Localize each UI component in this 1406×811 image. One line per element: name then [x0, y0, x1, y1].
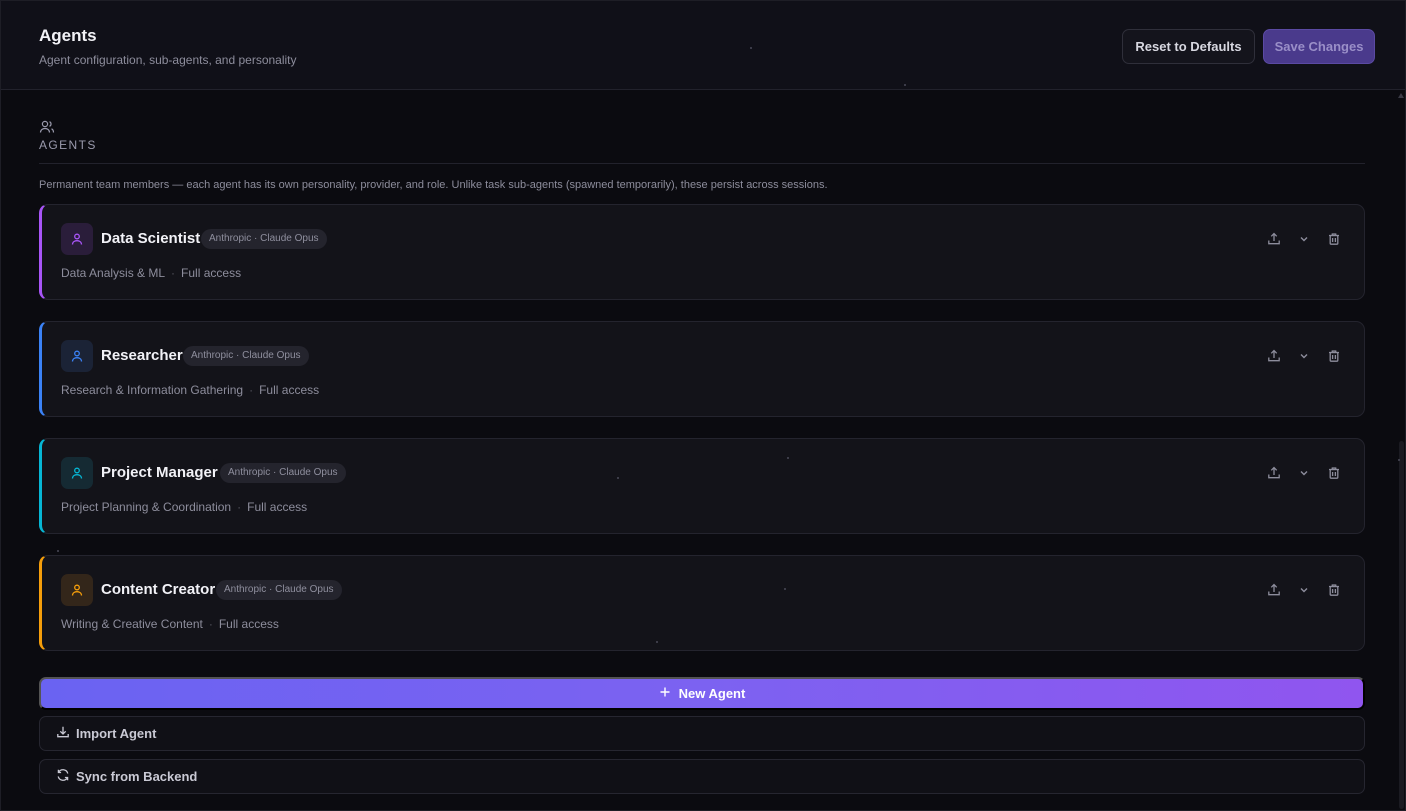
export-icon[interactable]	[1266, 231, 1282, 247]
settings-window: Agents Agent configuration, sub-agents, …	[0, 0, 1406, 811]
agent-access: Full access	[218, 617, 279, 631]
import-agent-label: Import Agent	[76, 726, 157, 741]
provider-badge: Anthropic · Claude Opus	[201, 229, 327, 249]
agent-card[interactable]: Content Creator Anthropic · Claude Opus …	[39, 555, 1365, 651]
decorative-dot	[784, 588, 786, 590]
agent-actions	[1266, 582, 1342, 598]
agent-role-line: Project Planning & Coordination · Full acc…	[61, 500, 308, 514]
page-subtitle: Agent configuration, sub-agents, and per…	[39, 53, 297, 67]
reset-to-defaults-button[interactable]: Reset to Defaults	[1122, 29, 1255, 64]
agent-name: Content Creator	[101, 581, 216, 598]
agent-role-line: Data Analysis & ML · Full access	[61, 266, 242, 280]
agent-role-line: Research & Information Gathering · Full ac…	[61, 383, 320, 397]
avatar	[61, 457, 93, 489]
export-icon[interactable]	[1266, 465, 1282, 481]
sync-from-backend-button[interactable]: Sync from Backend	[39, 759, 1365, 794]
avatar	[61, 574, 93, 606]
decorative-dot	[1398, 459, 1400, 461]
export-icon[interactable]	[1266, 348, 1282, 364]
scroll-up-arrow-icon[interactable]	[1398, 93, 1404, 98]
agent-role: Research & Information Gathering	[61, 383, 244, 397]
chevron-down-icon[interactable]	[1296, 582, 1312, 598]
user-icon	[71, 584, 83, 596]
agent-access: Full access	[259, 383, 320, 397]
decorative-dot	[787, 457, 789, 459]
agent-card[interactable]: Data Scientist Anthropic · Claude Opus D…	[39, 204, 1365, 300]
decorative-dot	[57, 550, 59, 552]
avatar	[61, 340, 93, 372]
refresh-icon	[56, 768, 70, 785]
agent-name: Data Scientist	[101, 230, 201, 247]
trash-icon[interactable]	[1326, 465, 1342, 481]
section-header: AGENTS	[39, 119, 1365, 164]
decorative-dot	[656, 641, 658, 643]
agent-role: Data Analysis & ML	[61, 266, 166, 280]
agent-name: Project Manager	[101, 464, 218, 481]
decorative-dot	[904, 84, 906, 86]
user-icon	[71, 467, 83, 479]
agent-actions	[1266, 348, 1342, 364]
provider-badge: Anthropic · Claude Opus	[183, 346, 309, 366]
decorative-dot	[617, 477, 619, 479]
import-agent-button[interactable]: Import Agent	[39, 716, 1365, 751]
provider-badge: Anthropic · Claude Opus	[216, 580, 342, 600]
plus-icon	[659, 686, 671, 701]
decorative-dot	[750, 47, 752, 49]
sync-label: Sync from Backend	[76, 769, 198, 784]
section-description: Permanent team members — each agent has …	[39, 179, 828, 191]
new-agent-button[interactable]: New Agent	[39, 677, 1365, 710]
users-icon	[39, 119, 55, 135]
agent-role: Project Planning & Coordination	[61, 500, 232, 514]
export-icon[interactable]	[1266, 582, 1282, 598]
agent-role: Writing & Creative Content	[61, 617, 203, 631]
trash-icon[interactable]	[1326, 582, 1342, 598]
trash-icon[interactable]	[1326, 348, 1342, 364]
chevron-down-icon[interactable]	[1296, 465, 1312, 481]
agent-role-line: Writing & Creative Content · Full access	[61, 617, 279, 631]
new-agent-label: New Agent	[678, 686, 746, 701]
save-changes-button[interactable]: Save Changes	[1263, 29, 1375, 64]
agent-actions	[1266, 231, 1342, 247]
user-icon	[71, 350, 83, 362]
agent-name: Researcher	[101, 347, 183, 364]
avatar	[61, 223, 93, 255]
page-header: Agents Agent configuration, sub-agents, …	[1, 1, 1405, 90]
user-icon	[71, 233, 83, 245]
agent-access: Full access	[247, 500, 308, 514]
chevron-down-icon[interactable]	[1296, 231, 1312, 247]
agent-card[interactable]: Project Manager Anthropic · Claude Opus …	[39, 438, 1365, 534]
agent-actions	[1266, 465, 1342, 481]
agent-card[interactable]: Researcher Anthropic · Claude Opus Resea…	[39, 321, 1365, 417]
download-icon	[56, 725, 70, 742]
agent-access: Full access	[181, 266, 242, 280]
section-title: AGENTS	[39, 138, 97, 152]
chevron-down-icon[interactable]	[1296, 348, 1312, 364]
trash-icon[interactable]	[1326, 231, 1342, 247]
page-title: Agents	[39, 26, 97, 45]
scrollbar-thumb[interactable]	[1399, 441, 1404, 809]
provider-badge: Anthropic · Claude Opus	[220, 463, 346, 483]
scrollbar[interactable]	[1398, 91, 1405, 811]
